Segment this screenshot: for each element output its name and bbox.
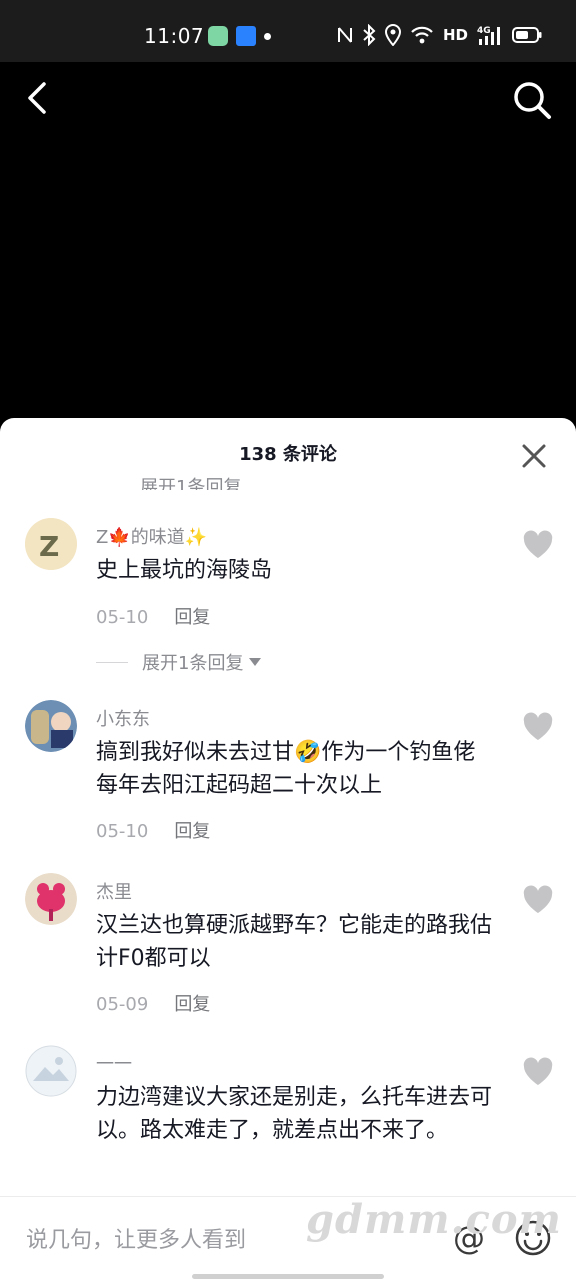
comment-date: 05-10	[96, 607, 149, 628]
comment-date: 05-10	[96, 821, 149, 842]
mention-button[interactable]: @	[450, 1219, 488, 1257]
heart-icon[interactable]	[522, 885, 554, 915]
status-icons: HD 4G	[337, 22, 542, 48]
comment-meta: 05-10 回复	[96, 817, 210, 843]
expand-replies-button[interactable]: 展开1条回复	[96, 649, 262, 675]
expand-replies-partial[interactable]: 展开1条回复	[140, 470, 241, 490]
svg-text:4G: 4G	[477, 26, 491, 36]
home-indicator	[192, 1274, 384, 1279]
wifi-icon	[411, 26, 433, 44]
comment-username[interactable]: Z🍁的味道✨	[96, 523, 207, 549]
chevron-left-icon	[28, 82, 46, 114]
app-notification-icon	[208, 26, 228, 46]
comment-text: 史上最坑的海陵岛	[96, 558, 273, 583]
comment-text: 搞到我好似未去过甘🤣作为一个钓鱼佬每年去阳江起码超二十次以上	[96, 740, 476, 798]
bluetooth-icon	[363, 24, 376, 46]
search-icon	[514, 82, 551, 119]
comment-username[interactable]: 小东东	[96, 705, 150, 731]
app-notification-icon-2	[236, 26, 256, 46]
network-type: HD	[442, 26, 468, 44]
video-player[interactable]	[0, 62, 576, 422]
back-button[interactable]	[20, 78, 60, 118]
comment-text: 力边湾建议大家还是别走，么托车进去可以。路太难走了，就差点出不来了。	[96, 1085, 493, 1143]
reply-button[interactable]: 回复	[174, 994, 210, 1015]
emoji-button[interactable]	[514, 1219, 552, 1257]
comment-count-title: 138 条评论	[239, 444, 337, 465]
comment-input[interactable]	[26, 1225, 426, 1255]
avatar[interactable]	[25, 873, 77, 925]
chevron-down-icon	[249, 658, 262, 666]
battery-icon	[512, 27, 542, 43]
svg-text:Z: Z	[39, 530, 59, 563]
comment-meta: 05-09 回复	[96, 990, 210, 1016]
cellular-signal-icon: 4G	[477, 26, 500, 45]
avatar[interactable]	[25, 1045, 77, 1097]
comment-username[interactable]: 一一	[96, 1050, 132, 1076]
more-notifications-dot	[264, 33, 271, 40]
comment-username[interactable]: 杰里	[96, 878, 132, 904]
avatar[interactable]: Z	[25, 518, 77, 570]
comment-date: 05-09	[96, 994, 149, 1015]
reply-button[interactable]: 回复	[174, 821, 210, 842]
location-icon	[384, 24, 401, 46]
avatar[interactable]	[25, 700, 77, 752]
status-bar: 11:07 HD 4G	[0, 0, 576, 62]
divider	[96, 661, 128, 663]
emoji-icon	[515, 1220, 551, 1256]
close-button[interactable]	[520, 442, 548, 470]
heart-icon[interactable]	[522, 1057, 554, 1087]
heart-icon[interactable]	[522, 530, 554, 560]
comment-meta: 05-10 回复	[96, 603, 210, 629]
heart-icon[interactable]	[522, 712, 554, 742]
status-time: 11:07	[144, 24, 205, 48]
comment-input-bar: @	[0, 1196, 576, 1280]
nfc-icon	[337, 27, 352, 43]
comment-text: 汉兰达也算硬派越野车？它能走的路我估计F0都可以	[96, 913, 493, 971]
close-icon	[522, 444, 546, 468]
reply-button[interactable]: 回复	[174, 607, 210, 628]
search-button[interactable]	[510, 78, 554, 122]
comment-sheet: 138 条评论 展开1条回复 Z Z🍁的味道✨ 史上最坑的海陵岛 05-10 回复…	[0, 418, 576, 1280]
